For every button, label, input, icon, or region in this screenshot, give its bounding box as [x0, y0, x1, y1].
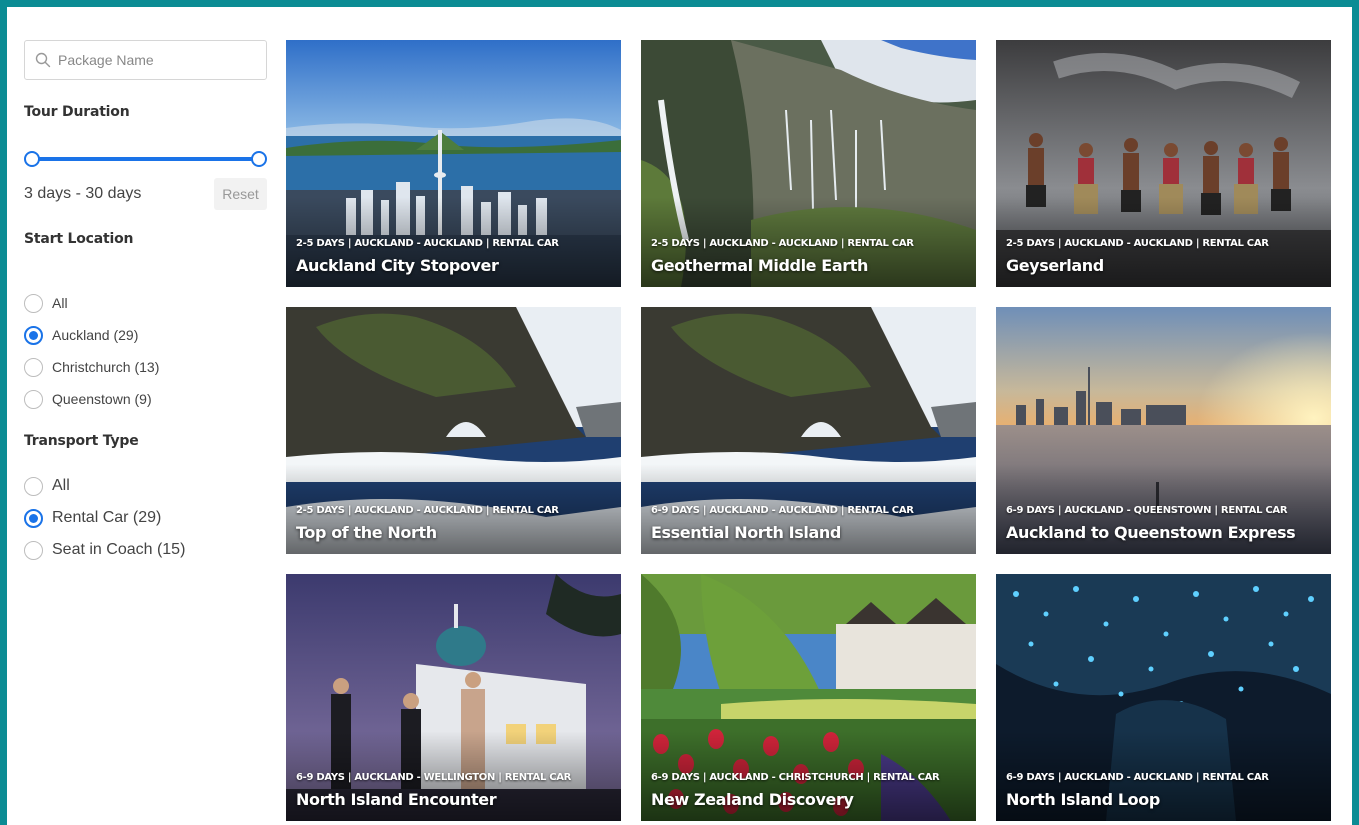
page-frame: Tour Duration 3 days - 30 days Reset Sta… [7, 7, 1352, 825]
start-location-heading: Start Location [24, 231, 134, 247]
duration-range-row: 3 days - 30 days Reset [24, 178, 267, 210]
start-option-auckland[interactable]: Auckland (29) [24, 319, 159, 351]
package-card[interactable]: 6-9 DAYS | AUCKLAND - AUCKLAND | RENTAL … [996, 574, 1331, 821]
package-title: Top of the North [296, 523, 437, 542]
start-location-options: All Auckland (29) Christchurch (13) Quee… [24, 287, 159, 415]
start-option-christchurch[interactable]: Christchurch (13) [24, 351, 159, 383]
package-card[interactable]: 2-5 DAYS | AUCKLAND - AUCKLAND | RENTAL … [286, 40, 621, 287]
start-option-queenstown[interactable]: Queenstown (9) [24, 383, 159, 415]
radio-icon [24, 389, 43, 409]
radio-label: Auckland (29) [52, 327, 139, 343]
transport-type-options: All Rental Car (29) Seat in Coach (15) [24, 470, 185, 566]
radio-label: Queenstown (9) [52, 391, 152, 407]
package-meta: 6-9 DAYS | AUCKLAND - QUEENSTOWN | RENTA… [1006, 505, 1288, 516]
package-card[interactable]: 6-9 DAYS | AUCKLAND - CHRISTCHURCH | REN… [641, 574, 976, 821]
package-meta: 6-9 DAYS | AUCKLAND - AUCKLAND | RENTAL … [651, 505, 914, 516]
radio-label: All [52, 477, 70, 494]
slider-min-handle[interactable] [24, 151, 40, 167]
package-title: Auckland City Stopover [296, 256, 499, 275]
package-meta: 6-9 DAYS | AUCKLAND - CHRISTCHURCH | REN… [651, 772, 940, 783]
package-meta: 2-5 DAYS | AUCKLAND - AUCKLAND | RENTAL … [296, 505, 559, 516]
package-title: Auckland to Queenstown Express [1006, 523, 1296, 542]
start-option-all[interactable]: All [24, 287, 159, 319]
radio-icon [24, 540, 43, 560]
package-card[interactable]: 2-5 DAYS | AUCKLAND - AUCKLAND | RENTAL … [286, 307, 621, 554]
package-card[interactable]: 2-5 DAYS | AUCKLAND - AUCKLAND | RENTAL … [996, 40, 1331, 287]
transport-option-rental-car[interactable]: Rental Car (29) [24, 502, 185, 534]
package-title: North Island Loop [1006, 790, 1160, 809]
radio-label: All [52, 295, 68, 311]
package-title: North Island Encounter [296, 790, 497, 809]
slider-max-handle[interactable] [251, 151, 267, 167]
reset-button[interactable]: Reset [214, 178, 267, 210]
radio-icon [24, 476, 43, 496]
package-card[interactable]: 6-9 DAYS | AUCKLAND - QUEENSTOWN | RENTA… [996, 307, 1331, 554]
package-title: Geothermal Middle Earth [651, 256, 868, 275]
duration-range-text: 3 days - 30 days [24, 185, 142, 202]
package-card[interactable]: 6-9 DAYS | AUCKLAND - WELLINGTON | RENTA… [286, 574, 621, 821]
filter-sidebar: Tour Duration 3 days - 30 days Reset Sta… [24, 40, 267, 560]
radio-icon [24, 325, 43, 345]
transport-option-seat-in-coach[interactable]: Seat in Coach (15) [24, 534, 185, 566]
package-card[interactable]: 2-5 DAYS | AUCKLAND - AUCKLAND | RENTAL … [641, 40, 976, 287]
tour-duration-heading: Tour Duration [24, 104, 130, 120]
radio-icon [24, 357, 43, 377]
package-meta: 6-9 DAYS | AUCKLAND - AUCKLAND | RENTAL … [1006, 772, 1269, 783]
package-card[interactable]: 6-9 DAYS | AUCKLAND - AUCKLAND | RENTAL … [641, 307, 976, 554]
radio-label: Christchurch (13) [52, 359, 160, 375]
radio-icon [24, 508, 43, 528]
package-title: Essential North Island [651, 523, 841, 542]
package-grid: 2-5 DAYS | AUCKLAND - AUCKLAND | RENTAL … [286, 40, 1331, 821]
transport-type-heading: Transport Type [24, 433, 139, 449]
package-title: New Zealand Discovery [651, 790, 854, 809]
slider-track [31, 157, 260, 161]
search-icon [35, 52, 51, 68]
radio-label: Seat in Coach (15) [52, 541, 186, 558]
package-meta: 2-5 DAYS | AUCKLAND - AUCKLAND | RENTAL … [296, 238, 559, 249]
search-box[interactable] [24, 40, 267, 80]
package-meta: 2-5 DAYS | AUCKLAND - AUCKLAND | RENTAL … [651, 238, 914, 249]
package-meta: 6-9 DAYS | AUCKLAND - WELLINGTON | RENTA… [296, 772, 572, 783]
radio-label: Rental Car (29) [52, 509, 162, 526]
transport-option-all[interactable]: All [24, 470, 185, 502]
package-title: Geyserland [1006, 256, 1104, 275]
duration-slider[interactable] [24, 151, 267, 167]
package-meta: 2-5 DAYS | AUCKLAND - AUCKLAND | RENTAL … [1006, 238, 1269, 249]
search-input[interactable] [58, 52, 266, 68]
radio-icon [24, 293, 43, 313]
